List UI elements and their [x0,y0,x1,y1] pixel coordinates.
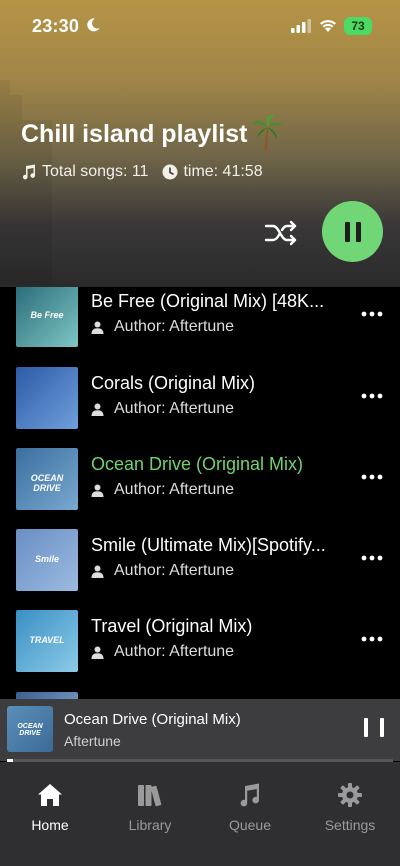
nav-settings[interactable]: Settings [300,782,400,833]
track-row[interactable]: Be Free Be Free (Original Mix) [48K... Aut… [0,287,400,351]
pause-icon [344,221,350,242]
playlist-header: 23:30 73 Chill island playlist Total son… [0,0,400,287]
track-cover: OCEAN DRIVE [16,448,78,510]
track-author-text: Author: Aftertune [114,643,235,660]
playlist-meta: Total songs: 11 time: 41:58 [21,163,263,181]
track-cover: TRAVEL [16,610,78,672]
mini-player-cover: OCEAN DRIVE [7,706,53,752]
track-row[interactable]: Smile Smile (Ultimate Mix)[Spotify... Auth… [0,525,400,595]
nav-queue-label: Queue [228,817,272,833]
track-cover-text: OCEAN DRIVE [30,473,64,493]
status-time: 23:30 [32,16,80,36]
settings-icon [338,783,362,807]
person-icon [91,646,104,659]
total-songs: Total songs: 11 [42,163,149,180]
moon-icon [87,18,100,32]
mini-pause-button[interactable] [364,718,384,740]
track-cover [16,367,78,429]
mini-player[interactable]: OCEAN DRIVE Ocean Drive (Original Mix) A… [0,699,400,761]
app-screen: 23:30 73 Chill island playlist Total son… [0,0,400,866]
person-icon [91,321,104,334]
track-author: Author: Aftertune [91,400,234,418]
track-author-text: Author: Aftertune [114,318,235,335]
music-note-icon [22,164,36,180]
track-title: Travel (Original Mix) [91,616,253,636]
mini-player-title: Ocean Drive (Original Mix) [64,711,241,728]
track-cover-text: Be Free [30,310,64,320]
track-cover [16,692,78,699]
battery-level: 73 [351,19,365,33]
track-cover: Smile [16,529,78,591]
more-options-icon[interactable] [361,555,383,561]
clock-icon [162,164,178,180]
status-bar: 23:30 73 [0,0,400,54]
track-list[interactable]: Be Free Be Free (Original Mix) [48K... Aut… [0,287,400,699]
track-row[interactable]: OCEAN DRIVE Ocean Drive (Original Mix) Aut… [0,444,400,514]
nav-home-label: Home [31,817,69,833]
nav-settings-label: Settings [324,817,376,833]
track-title: Be Free (Original Mix) [48K... [91,291,325,311]
nav-home[interactable]: Home [0,782,100,833]
mini-player-artist: Aftertune [64,733,121,749]
nav-library[interactable]: Library [100,782,200,833]
wifi-icon [320,20,336,32]
battery-indicator: 73 [344,17,372,35]
more-options-icon[interactable] [361,311,383,317]
person-icon [91,484,104,497]
more-options-icon[interactable] [361,393,383,399]
playlist-title: Chill island playlist [21,120,248,148]
nav-queue[interactable]: Queue [200,782,300,833]
track-author-text: Author: Aftertune [114,481,235,498]
total-time: time: 41:58 [183,163,263,180]
track-title: Smile (Ultimate Mix)[Spotify... [91,535,326,555]
play-pause-button[interactable] [322,201,383,262]
more-options-icon[interactable] [361,636,383,642]
cellular-signal-icon [291,19,311,33]
track-cover-text: TRAVEL [29,635,65,645]
mini-cover-text: OCEAN DRIVE [17,723,43,737]
track-author: Author: Aftertune [91,643,234,661]
track-cover: Be Free [16,287,78,347]
person-icon [91,403,104,416]
shuffle-icon[interactable] [264,218,298,248]
track-cover-text: Smile [34,554,59,564]
queue-icon [240,783,260,807]
track-row[interactable]: Corals (Original Mix) Author: Aftertune [0,363,400,433]
track-row[interactable]: TRAVEL Travel (Original Mix) Author: After… [0,606,400,676]
palm-tree-icon [252,114,283,151]
track-title: Corals (Original Mix) [91,373,256,393]
person-icon [91,565,104,578]
track-author-text: Author: Aftertune [114,562,235,579]
library-icon [138,785,162,807]
home-icon [38,784,62,806]
more-options-icon[interactable] [361,474,383,480]
nav-library-label: Library [128,817,172,833]
track-author: Author: Aftertune [91,481,234,499]
track-author: Author: Aftertune [91,318,234,336]
track-author-text: Author: Aftertune [114,400,235,417]
track-title: Ocean Drive (Original Mix) [91,454,304,474]
bottom-navigation: Home Library Queue Settings [0,762,400,866]
track-author: Author: Aftertune [91,562,234,580]
